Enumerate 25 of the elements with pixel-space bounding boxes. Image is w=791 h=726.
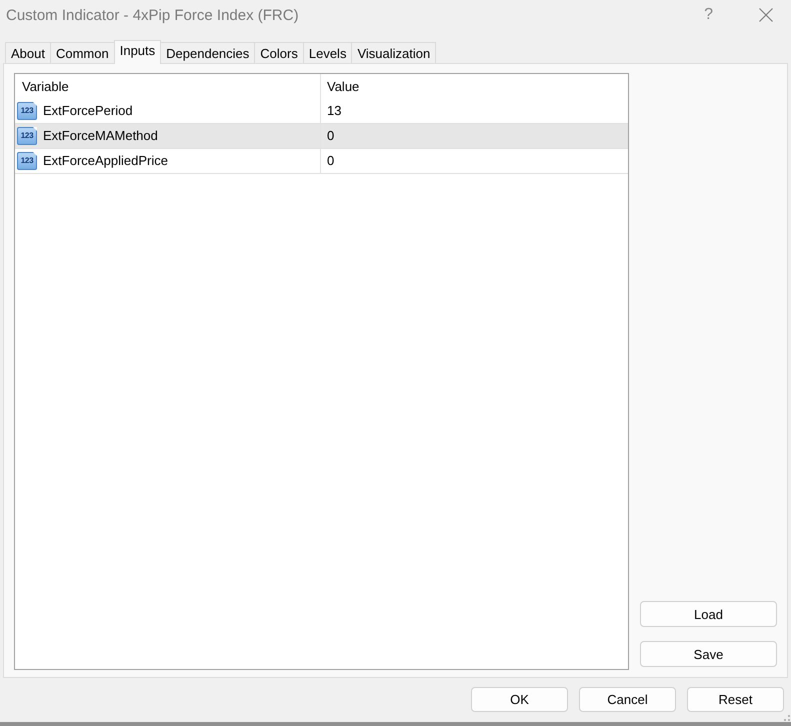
variable-name: ExtForceAppliedPrice (43, 152, 168, 170)
value-cell[interactable]: 0 (320, 149, 628, 173)
tab[interactable]: Inputs (114, 40, 162, 64)
variable-name: ExtForcePeriod (43, 102, 133, 120)
resize-grip-icon[interactable] (784, 715, 790, 721)
tab[interactable]: About (5, 42, 51, 63)
variable-name: ExtForceMAMethod (43, 127, 158, 145)
type-badge: 123 (17, 152, 37, 170)
value-cell[interactable]: 13 (320, 99, 628, 123)
type-badge: 123 (17, 102, 37, 120)
ok-button[interactable]: OK (471, 687, 568, 712)
column-header[interactable]: Variable (15, 74, 320, 99)
load-button[interactable]: Load (640, 601, 777, 627)
tab[interactable]: Dependencies (160, 42, 256, 63)
window-title: Custom Indicator - 4xPip Force Index (FRC) (6, 6, 300, 24)
cancel-button[interactable]: Cancel (579, 687, 676, 712)
save-button[interactable]: Save (640, 641, 777, 667)
type-badge: 123 (17, 127, 37, 145)
tab[interactable]: Visualization (351, 42, 436, 63)
table-row[interactable]: 123 ExtForceMAMethod 0 (15, 124, 628, 149)
value-cell[interactable]: 0 (320, 124, 628, 148)
reset-button[interactable]: Reset (687, 687, 784, 712)
table-row[interactable]: 123 ExtForceAppliedPrice 0 (15, 149, 628, 174)
close-icon[interactable] (759, 8, 773, 22)
column-header[interactable]: Value (320, 74, 628, 99)
